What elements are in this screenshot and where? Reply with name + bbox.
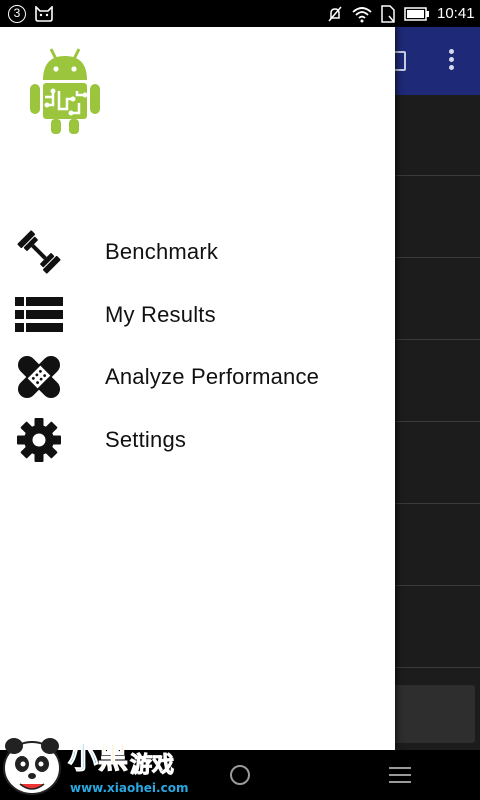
drawer-menu: Benchmark My Results Analyze Performance…	[0, 221, 395, 471]
status-bar: 3 10:41	[0, 0, 480, 27]
list-icon	[14, 291, 64, 339]
app-logo	[26, 47, 104, 135]
status-clock: 10:41	[437, 5, 475, 22]
svg-text:游戏: 游戏	[130, 752, 174, 778]
gear-icon	[14, 416, 64, 464]
bandage-icon	[14, 353, 64, 401]
svg-text:黑: 黑	[98, 741, 128, 776]
navigation-drawer: Benchmark My Results Analyze Performance…	[0, 27, 395, 750]
wifi-icon	[351, 0, 373, 27]
mute-icon	[326, 0, 344, 27]
svg-text:小: 小	[68, 741, 98, 776]
menu-item-label: Settings	[105, 426, 187, 452]
menu-item-my-results[interactable]: My Results	[0, 284, 395, 347]
dumbbell-icon	[14, 228, 64, 276]
svg-text:www.xiaohei.com: www.xiaohei.com	[70, 781, 188, 795]
menu-button[interactable]	[389, 767, 411, 783]
cat-icon	[34, 0, 54, 27]
sim-icon	[380, 0, 396, 27]
notification-count-badge: 3	[8, 0, 26, 27]
battery-icon	[404, 0, 430, 27]
menu-item-label: My Results	[105, 301, 216, 327]
watermark-logo: 小 黑 游戏 www.xiaohei.com	[0, 728, 200, 800]
menu-item-label: Benchmark	[105, 239, 219, 265]
menu-item-settings[interactable]: Settings	[0, 409, 395, 472]
overflow-menu-icon[interactable]	[447, 49, 455, 75]
menu-item-benchmark[interactable]: Benchmark	[0, 221, 395, 284]
home-button[interactable]	[230, 765, 250, 785]
card	[392, 685, 475, 743]
menu-item-analyze-performance[interactable]: Analyze Performance	[0, 346, 395, 409]
menu-item-label: Analyze Performance	[105, 364, 320, 390]
